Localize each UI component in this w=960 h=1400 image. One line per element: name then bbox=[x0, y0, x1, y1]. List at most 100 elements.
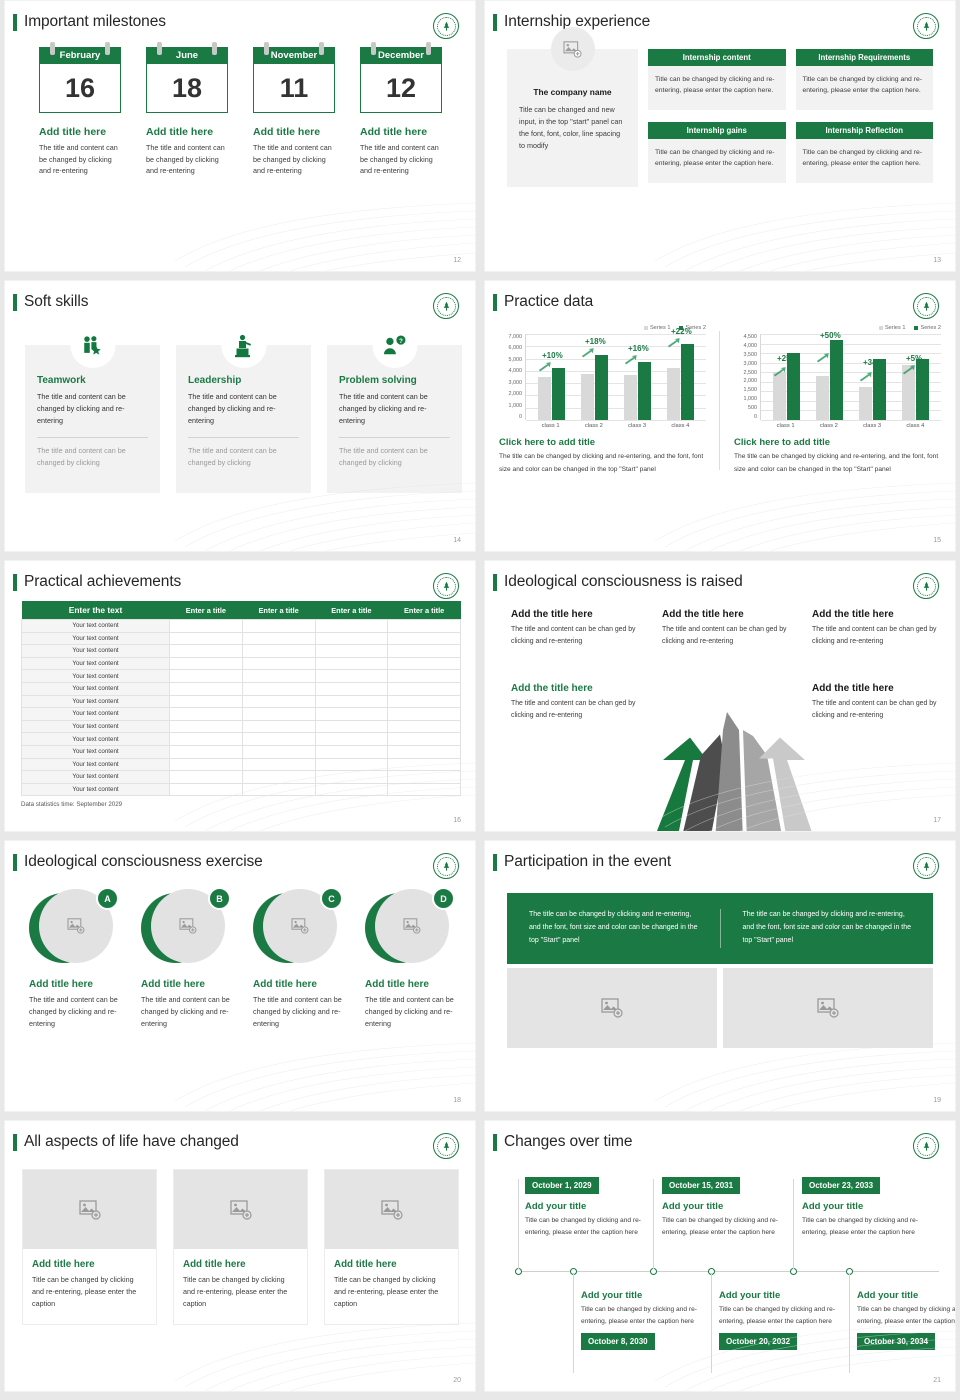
life-card[interactable]: Add title here Title can be changed by c… bbox=[324, 1169, 459, 1325]
skill-card[interactable]: Teamwork The title and content can be ch… bbox=[25, 323, 160, 493]
image-placeholder[interactable] bbox=[507, 967, 717, 1048]
slide-all-aspects-of-life-have-changed[interactable]: All aspects of life have changed Add tit… bbox=[4, 1120, 476, 1392]
internship-card[interactable]: Internship content Title can be changed … bbox=[648, 49, 786, 114]
circle-item[interactable]: D Add title here The title and content c… bbox=[365, 887, 457, 1030]
circle-item[interactable]: B Add title here The title and content c… bbox=[141, 887, 233, 1030]
table-row[interactable]: Your text content bbox=[21, 656, 461, 671]
internship-card-body: Title can be changed by clicking and re-… bbox=[648, 139, 786, 183]
timeline-dot[interactable] bbox=[790, 1268, 797, 1275]
skill-card[interactable]: ? Problem solving The title and content … bbox=[327, 323, 462, 493]
slide-practical-achievements[interactable]: Practical achievements Enter the text En… bbox=[4, 560, 476, 832]
timeline-tick bbox=[573, 1273, 574, 1373]
slide-practice-data[interactable]: Practice data Series 1 Series 2 7,000 6,0… bbox=[484, 280, 956, 552]
calendar-ring-right-icon bbox=[212, 42, 217, 55]
company-image-placeholder[interactable] bbox=[550, 27, 595, 71]
image-placeholder[interactable] bbox=[723, 967, 933, 1048]
skill-card[interactable]: Leadership The title and content can be … bbox=[176, 323, 311, 493]
internship-card[interactable]: Internship Reflection Title can be chang… bbox=[795, 122, 933, 187]
timeline-dot[interactable] bbox=[515, 1268, 522, 1275]
internship-card-header: Internship gains bbox=[648, 122, 786, 139]
growth-arrow-icon bbox=[538, 361, 551, 372]
calendar-day: 11 bbox=[253, 64, 335, 113]
milestone-title: Add title here bbox=[360, 126, 428, 138]
table-row[interactable]: Your text content bbox=[21, 732, 461, 746]
circle-badge-letter: A bbox=[96, 887, 119, 910]
pine-tree-emblem-icon bbox=[923, 21, 929, 31]
timeline-event[interactable]: October 23, 2033 Add your title Title ca… bbox=[802, 1175, 922, 1238]
image-placeholder[interactable] bbox=[23, 1170, 156, 1249]
company-card[interactable]: The company name Title can be changed an… bbox=[507, 27, 638, 187]
life-card[interactable]: Add title here Title can be changed by c… bbox=[173, 1169, 308, 1325]
circle-item[interactable]: A Add title here The title and content c… bbox=[29, 887, 121, 1030]
image-placeholder[interactable] bbox=[174, 1170, 307, 1249]
timeline-tick bbox=[711, 1273, 712, 1373]
circle-graphic: C bbox=[253, 887, 343, 967]
circle-graphic: B bbox=[141, 887, 231, 967]
timeline-event[interactable]: Add your title Title can be changed by c… bbox=[581, 1283, 701, 1351]
table-row[interactable]: Your text content bbox=[21, 719, 461, 734]
table-cell bbox=[169, 619, 243, 633]
arrow-item[interactable]: Add the title here The title and content… bbox=[511, 683, 651, 722]
slide-ideological-consciousness-exercise[interactable]: Ideological consciousness exercise A Add… bbox=[4, 840, 476, 1112]
life-card[interactable]: Add title here Title can be changed by c… bbox=[22, 1169, 157, 1325]
table-cell bbox=[387, 694, 461, 709]
milestone-title: Add title here bbox=[39, 126, 107, 138]
legend-series-2: Series 2 bbox=[914, 325, 941, 331]
life-card-title: Add title here bbox=[183, 1259, 246, 1270]
table-row[interactable]: Your text content bbox=[21, 669, 461, 683]
column-header: Enter the text bbox=[21, 601, 170, 620]
table-row[interactable]: Your text content bbox=[21, 619, 461, 633]
timeline-dot[interactable] bbox=[650, 1268, 657, 1275]
timeline-event[interactable]: October 1, 2029 Add your title Title can… bbox=[525, 1175, 645, 1238]
table-row[interactable]: Your text content bbox=[21, 707, 461, 721]
milestone-title: Add title here bbox=[146, 126, 214, 138]
internship-card[interactable]: Internship gains Title can be changed by… bbox=[648, 122, 786, 187]
image-placeholder[interactable] bbox=[325, 1170, 458, 1249]
arrow-item[interactable]: Add the title here The title and content… bbox=[511, 609, 651, 648]
table-row[interactable]: Your text content bbox=[21, 694, 461, 709]
column-header: Enter a title bbox=[387, 601, 461, 620]
slide-changes-over-time[interactable]: Changes over time October 1, 2029 Add yo… bbox=[484, 1120, 956, 1392]
page-title: All aspects of life have changed bbox=[24, 1133, 239, 1150]
table-cell bbox=[387, 757, 461, 772]
bar-series2 bbox=[552, 368, 565, 420]
slide-thumbnail-grid: Important milestones February 16 Add tit… bbox=[0, 0, 960, 1400]
circular-green-seal-logo bbox=[433, 293, 459, 319]
arrow-item[interactable]: Add the title here The title and content… bbox=[812, 609, 952, 648]
achievements-table[interactable]: Enter the text Enter a title Enter a tit… bbox=[21, 601, 461, 797]
timeline-event[interactable]: Add your title Title can be changed by c… bbox=[719, 1283, 839, 1351]
calendar-day: 18 bbox=[146, 64, 228, 113]
table-row[interactable]: Your text content bbox=[21, 782, 461, 797]
table-cell bbox=[241, 707, 316, 721]
internship-card[interactable]: Internship Requirements Title can be cha… bbox=[795, 49, 933, 114]
table-row[interactable]: Your text content bbox=[21, 644, 461, 658]
milestone-item[interactable]: December 12 Add title here The title and… bbox=[360, 42, 445, 177]
milestone-item[interactable]: November 11 Add title here The title and… bbox=[253, 42, 338, 177]
circle-item[interactable]: C Add title here The title and content c… bbox=[253, 887, 345, 1030]
page-title: Changes over time bbox=[504, 1133, 633, 1150]
table-row[interactable]: Your text content bbox=[21, 744, 461, 759]
arrow-item[interactable]: Add the title here The title and content… bbox=[662, 609, 802, 648]
milestone-item[interactable]: June 18 Add title here The title and con… bbox=[146, 42, 231, 177]
timeline-event[interactable]: October 15, 2031 Add your title Title ca… bbox=[662, 1175, 782, 1238]
page-title: Soft skills bbox=[24, 293, 89, 310]
slide-internship-experience[interactable]: Internship experience The company name T… bbox=[484, 0, 956, 272]
table-row[interactable]: Your text content bbox=[21, 681, 461, 696]
slide-ideological-consciousness-raised[interactable]: Ideological consciousness is raised Add … bbox=[484, 560, 956, 832]
table-row[interactable]: Your text content bbox=[21, 770, 461, 784]
growth-arrow-icon bbox=[624, 355, 637, 365]
slide-important-milestones[interactable]: Important milestones February 16 Add tit… bbox=[4, 0, 476, 272]
decorative-wave-pattern bbox=[175, 202, 475, 271]
table-row[interactable]: Your text content bbox=[21, 631, 461, 646]
timeline-event[interactable]: Add your title Title can be changed by c… bbox=[857, 1283, 955, 1351]
milestone-item[interactable]: February 16 Add title here The title and… bbox=[39, 42, 124, 177]
table-cell bbox=[387, 782, 461, 797]
bar-chart-right[interactable]: Series 1 Series 2 4,500 4,000 3,500 3,000 … bbox=[720, 325, 955, 476]
growth-arrow-icon bbox=[667, 337, 680, 348]
bar-chart-left[interactable]: Series 1 Series 2 7,000 6,000 5,000 4,000 … bbox=[485, 325, 720, 476]
arrow-item[interactable]: Add the title here The title and content… bbox=[812, 683, 952, 722]
milestone-calendar-row: February 16 Add title here The title and… bbox=[39, 42, 475, 177]
table-row[interactable]: Your text content bbox=[21, 757, 461, 772]
slide-soft-skills[interactable]: Soft skills Teamwork The title and conte… bbox=[4, 280, 476, 552]
slide-participation-in-the-event[interactable]: Participation in the event The title can… bbox=[484, 840, 956, 1112]
